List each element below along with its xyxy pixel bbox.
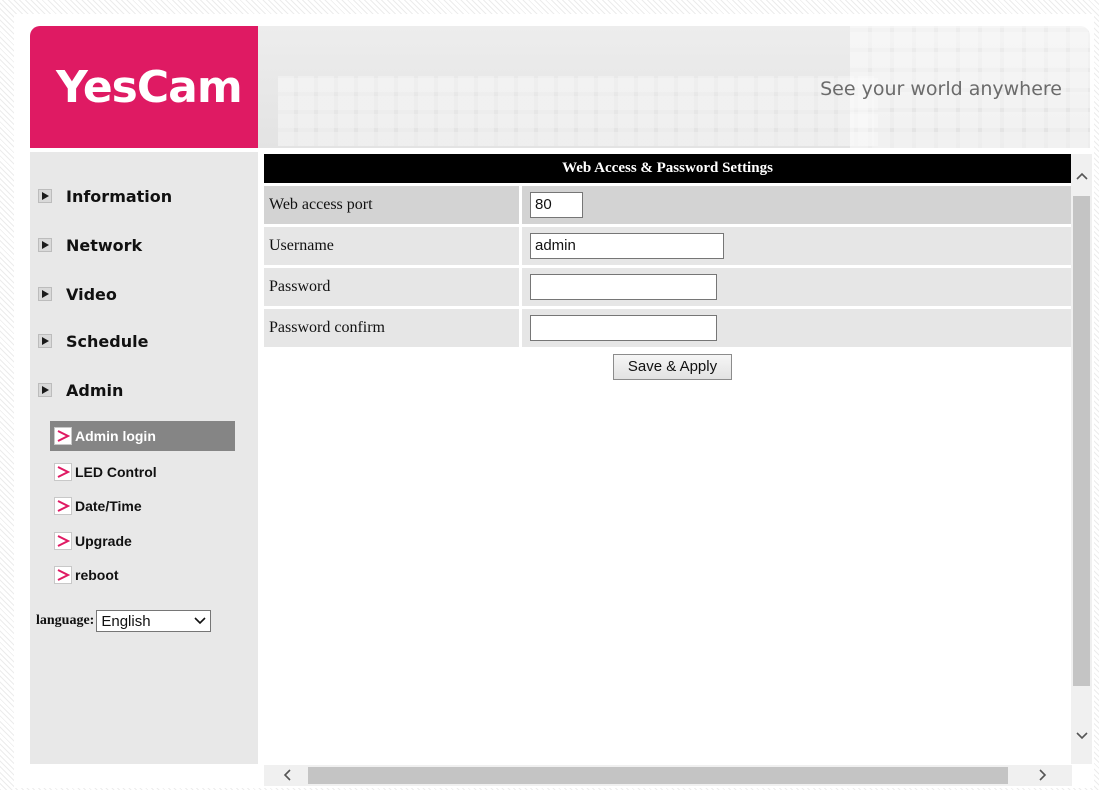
sub-item-admin-login[interactable]: Admin login (50, 421, 235, 451)
form-row-password: Password (264, 268, 1071, 306)
scroll-down-icon[interactable] (1071, 726, 1092, 746)
sub-item-label: Date/Time (75, 498, 142, 514)
horizontal-scrollbar[interactable] (264, 765, 1072, 786)
sidebar-item-information[interactable]: Information (38, 184, 172, 208)
sidebar-item-label: Schedule (66, 331, 149, 351)
horizontal-scroll-thumb[interactable] (308, 767, 1008, 784)
web-access-port-label: Web access port (264, 186, 519, 224)
main-content: Web Access & Password Settings Web acces… (264, 154, 1071, 380)
sidebar-item-label: Network (66, 235, 143, 255)
arrow-right-icon (38, 189, 52, 203)
password-confirm-input[interactable] (530, 315, 717, 341)
sidebar-item-schedule[interactable]: Schedule (38, 329, 148, 353)
sub-item-label: LED Control (75, 464, 157, 480)
form-row-password-confirm: Password confirm (264, 309, 1071, 347)
web-access-port-input[interactable]: 80 (530, 192, 583, 218)
sub-item-date-time[interactable]: Date/Time (50, 491, 235, 521)
save-row: Save & Apply (264, 354, 1071, 380)
sub-item-label: reboot (75, 567, 119, 583)
vertical-scroll-thumb[interactable] (1073, 196, 1090, 686)
form-title: Web Access & Password Settings (264, 154, 1071, 183)
sidebar-item-video[interactable]: Video (38, 282, 117, 306)
language-label: language: (36, 613, 95, 628)
language-select[interactable]: English (96, 610, 212, 632)
form-row-username: Username admin (264, 227, 1071, 265)
header-decoration (278, 76, 878, 146)
arrow-right-icon (38, 334, 52, 348)
save-apply-button[interactable]: Save & Apply (612, 354, 733, 380)
sub-item-label: Upgrade (75, 533, 132, 549)
arrow-right-icon (38, 238, 52, 252)
password-confirm-label: Password confirm (264, 309, 519, 347)
password-confirm-cell (522, 309, 1071, 347)
language-value: English (101, 612, 151, 630)
chevron-right-icon (54, 566, 72, 584)
chevron-down-icon (194, 617, 206, 625)
username-label: Username (264, 227, 519, 265)
chevron-right-icon (54, 463, 72, 481)
chevron-right-icon (54, 532, 72, 550)
username-cell: admin (522, 227, 1071, 265)
yescam-logo: YesCam (30, 26, 258, 148)
chevron-right-icon (54, 427, 72, 445)
sidebar-item-label: Video (66, 284, 117, 304)
password-cell (522, 268, 1071, 306)
sidebar-item-admin[interactable]: Admin (38, 378, 123, 402)
arrow-right-icon (38, 383, 52, 397)
tagline: See your world anywhere (820, 78, 1062, 100)
sub-item-led-control[interactable]: LED Control (50, 457, 235, 487)
sidebar-item-network[interactable]: Network (38, 233, 142, 257)
vertical-scrollbar[interactable] (1071, 154, 1092, 764)
header-banner: YesCam See your world anywhere (30, 26, 1090, 148)
scroll-left-icon[interactable] (276, 765, 297, 785)
sidebar: Information Network Video Schedule Admin… (30, 152, 258, 764)
logo-text: YesCam (56, 61, 243, 113)
sub-item-label: Admin login (75, 428, 156, 444)
sidebar-item-label: Admin (66, 380, 124, 400)
form-row-web-access-port: Web access port 80 (264, 186, 1071, 224)
username-input[interactable]: admin (530, 233, 724, 259)
scroll-right-icon[interactable] (1032, 765, 1053, 785)
language-selector: language: English (36, 610, 212, 632)
chevron-right-icon (54, 497, 72, 515)
sub-item-upgrade[interactable]: Upgrade (50, 526, 235, 556)
scroll-up-icon[interactable] (1071, 166, 1092, 186)
password-input[interactable] (530, 274, 717, 300)
web-access-port-cell: 80 (522, 186, 1071, 224)
sub-item-reboot[interactable]: reboot (50, 560, 235, 590)
password-label: Password (264, 268, 519, 306)
sidebar-item-label: Information (66, 186, 173, 206)
arrow-right-icon (38, 287, 52, 301)
